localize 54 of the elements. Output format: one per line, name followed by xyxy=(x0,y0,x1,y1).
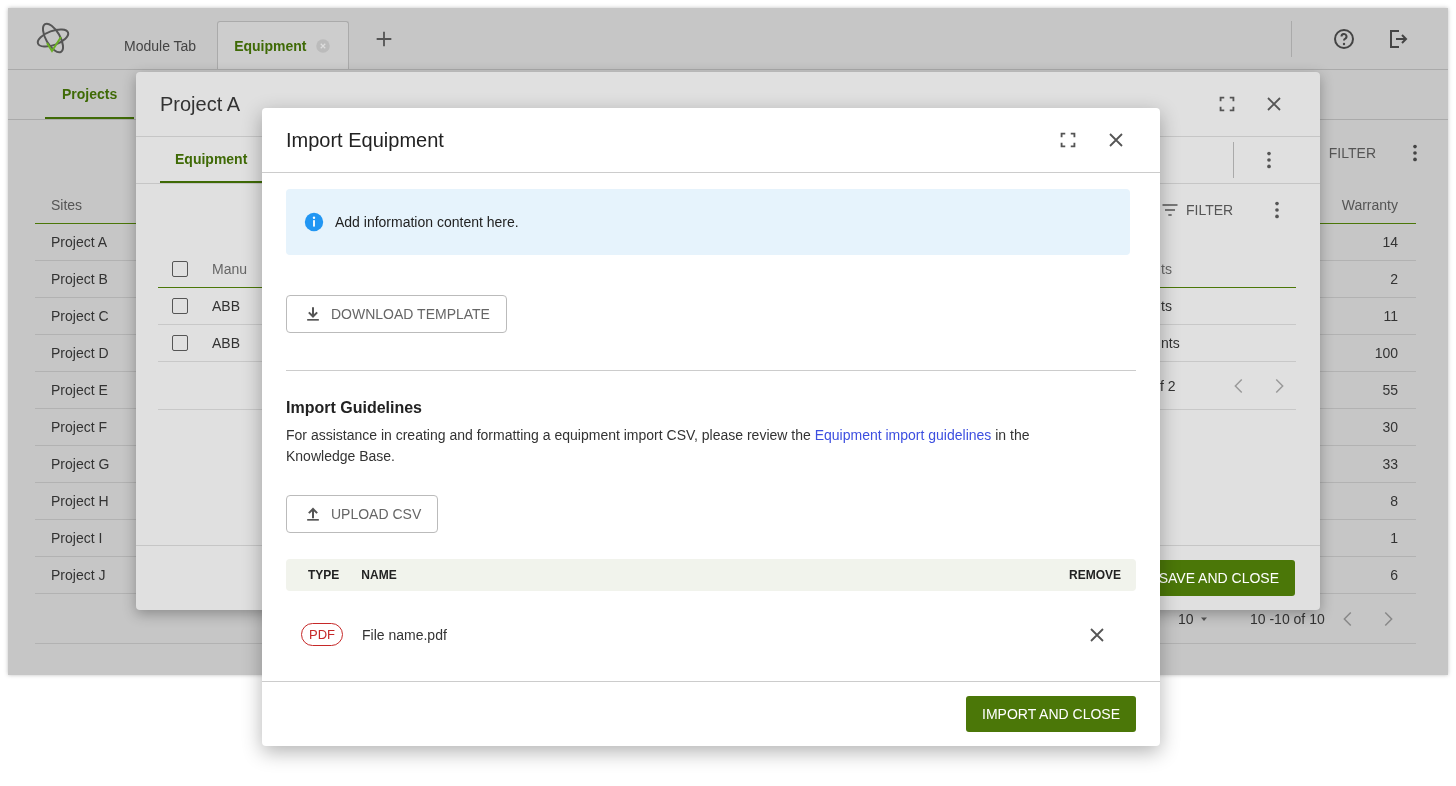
file-name: File name.pdf xyxy=(362,626,447,643)
checkbox[interactable] xyxy=(172,335,188,351)
column-header[interactable]: Warranty xyxy=(1341,197,1398,213)
guidelines-link[interactable]: Equipment import guidelines xyxy=(814,427,992,443)
table-cell: nts xyxy=(1161,335,1180,351)
table-cell: Project I xyxy=(51,530,103,546)
nav-tab[interactable]: Projects xyxy=(45,70,135,119)
info-text: Add information content here. xyxy=(335,214,519,230)
upload-csv-button[interactable]: UPLOAD CSV xyxy=(286,495,439,533)
section-heading: Import Guidelines xyxy=(286,399,422,417)
table-cell: Project J xyxy=(51,567,106,583)
table-cell: 8 xyxy=(1390,493,1398,509)
table-cell: 1 xyxy=(1390,530,1398,546)
page-range: f 2 xyxy=(1160,377,1176,394)
dialog-title: Import Equipment xyxy=(286,128,444,152)
guidelines-text: For assistance in creating and formatting a equipment import CSV, please review the Equipment import guidelines in the Knowledge Base. xyxy=(286,426,1031,466)
table-cell: Project G xyxy=(51,456,110,472)
column-header[interactable]: Sites xyxy=(51,197,83,213)
column-header: REMOVE xyxy=(1069,568,1121,582)
page-range: 10 -10 of 10 xyxy=(1250,610,1325,627)
table-cell: ts xyxy=(1161,298,1172,314)
app-tab[interactable]: Module Tab xyxy=(107,21,214,69)
filter-button[interactable]: FILTER xyxy=(1328,145,1376,161)
table-cell: Project E xyxy=(51,382,108,398)
table-cell: Project D xyxy=(51,345,109,361)
page-size-select[interactable]: 10 xyxy=(1178,610,1206,627)
table-cell: Project B xyxy=(51,271,108,287)
checkbox[interactable] xyxy=(172,261,188,277)
table-cell: ABB xyxy=(212,335,240,351)
table-cell: Project H xyxy=(51,493,109,509)
table-cell: ABB xyxy=(212,298,240,314)
table-cell: 14 xyxy=(1382,234,1398,250)
table-cell: 11 xyxy=(1383,308,1398,324)
download-template-button[interactable]: DOWNLOAD TEMPLATE xyxy=(286,295,507,333)
table-cell: Project C xyxy=(51,308,109,324)
table-cell: 6 xyxy=(1390,567,1398,583)
table-cell: 100 xyxy=(1374,345,1398,361)
table-cell: Project F xyxy=(51,419,107,435)
import-and-close-button[interactable]: IMPORT AND CLOSE xyxy=(966,696,1136,732)
table-cell: 30 xyxy=(1382,419,1398,435)
table-cell: Project A xyxy=(51,234,108,250)
column-header: TYPE xyxy=(308,568,340,582)
help-icon[interactable] xyxy=(1332,26,1356,51)
filter-button[interactable]: FILTER xyxy=(1186,202,1234,218)
column-header: NAME xyxy=(361,568,397,582)
table-cell: 2 xyxy=(1390,271,1398,287)
checkbox[interactable] xyxy=(172,298,188,314)
table-cell: 33 xyxy=(1382,456,1398,472)
table-cell: 55 xyxy=(1382,382,1398,398)
app-tab[interactable]: Equipment xyxy=(217,21,350,69)
dialog-title: Project A xyxy=(160,92,241,116)
column-header[interactable]: ts xyxy=(1161,261,1172,277)
column-header[interactable]: Manu xyxy=(212,261,248,277)
info-icon xyxy=(303,211,325,233)
